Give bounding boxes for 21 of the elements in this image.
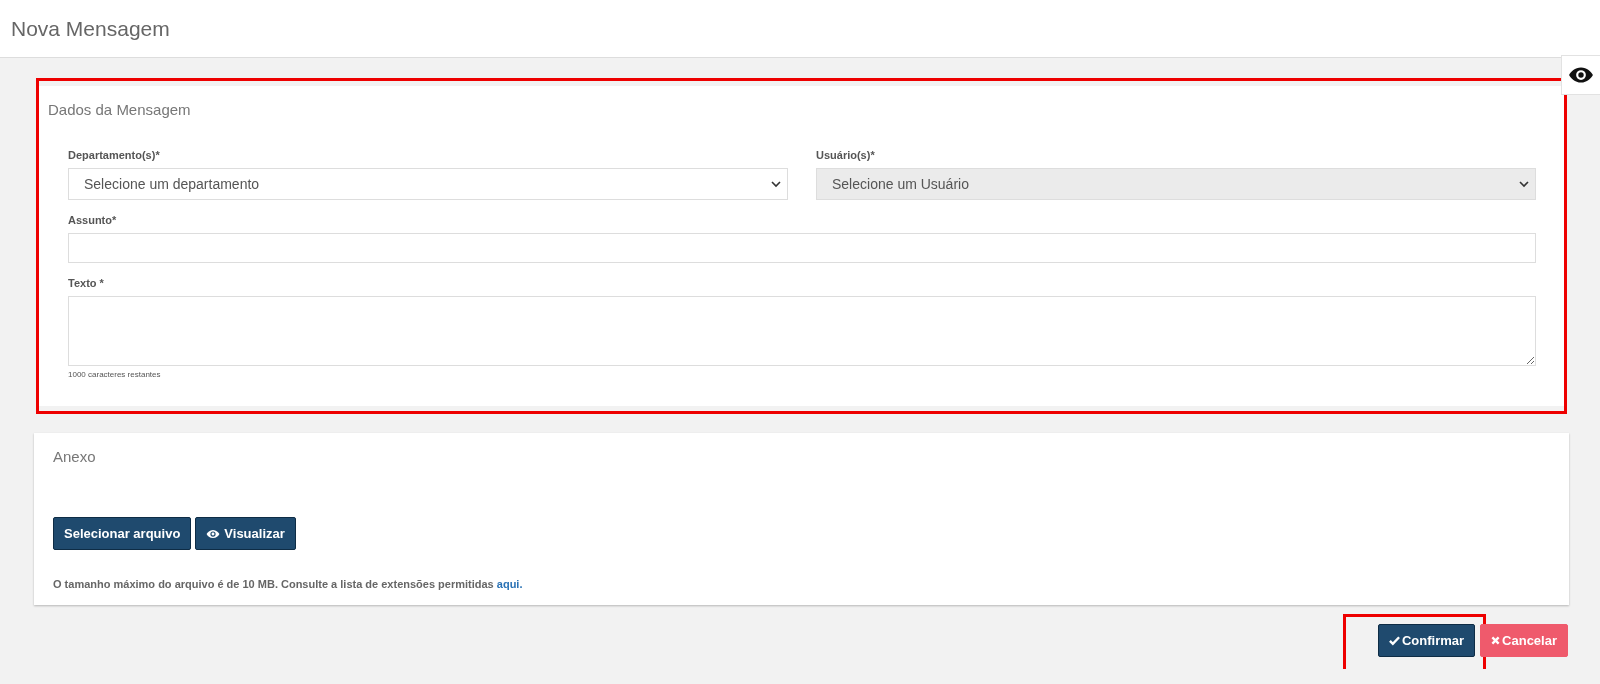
chevron-down-icon [1519,180,1529,188]
chevron-down-icon [771,180,781,188]
field-label: Texto * [68,277,105,289]
text-area[interactable] [68,296,1536,366]
field-label: Assunto* [68,214,118,226]
dropdown[interactable]: Selecione um departamento [68,168,788,200]
confirm-button[interactable]: Confirmar [1377,624,1476,657]
check-icon [1388,635,1400,646]
field-label: Usuário(s)* [816,149,876,161]
field-label: Departamento(s)* [68,149,161,161]
select-file-button[interactable]: Selecionar arquivo [53,517,192,550]
preview-button[interactable]: Visualizar [195,517,296,550]
size-limit-note: O tamanho máximo do arquivo é de 10 MB. Consulte a lista de extensões permitidas aqui. [53,578,524,590]
preview-tab[interactable] [1561,55,1600,95]
section-title: Dados da Mensagem [48,100,192,120]
page-title: Nova Mensagem [11,16,170,41]
character-counter: 1000 caracteres restantes [68,370,161,379]
section-title: Anexo [53,447,97,467]
subject-field[interactable] [68,233,1536,263]
extensions-link[interactable]: aqui. [496,578,523,590]
close-icon [1491,636,1501,645]
